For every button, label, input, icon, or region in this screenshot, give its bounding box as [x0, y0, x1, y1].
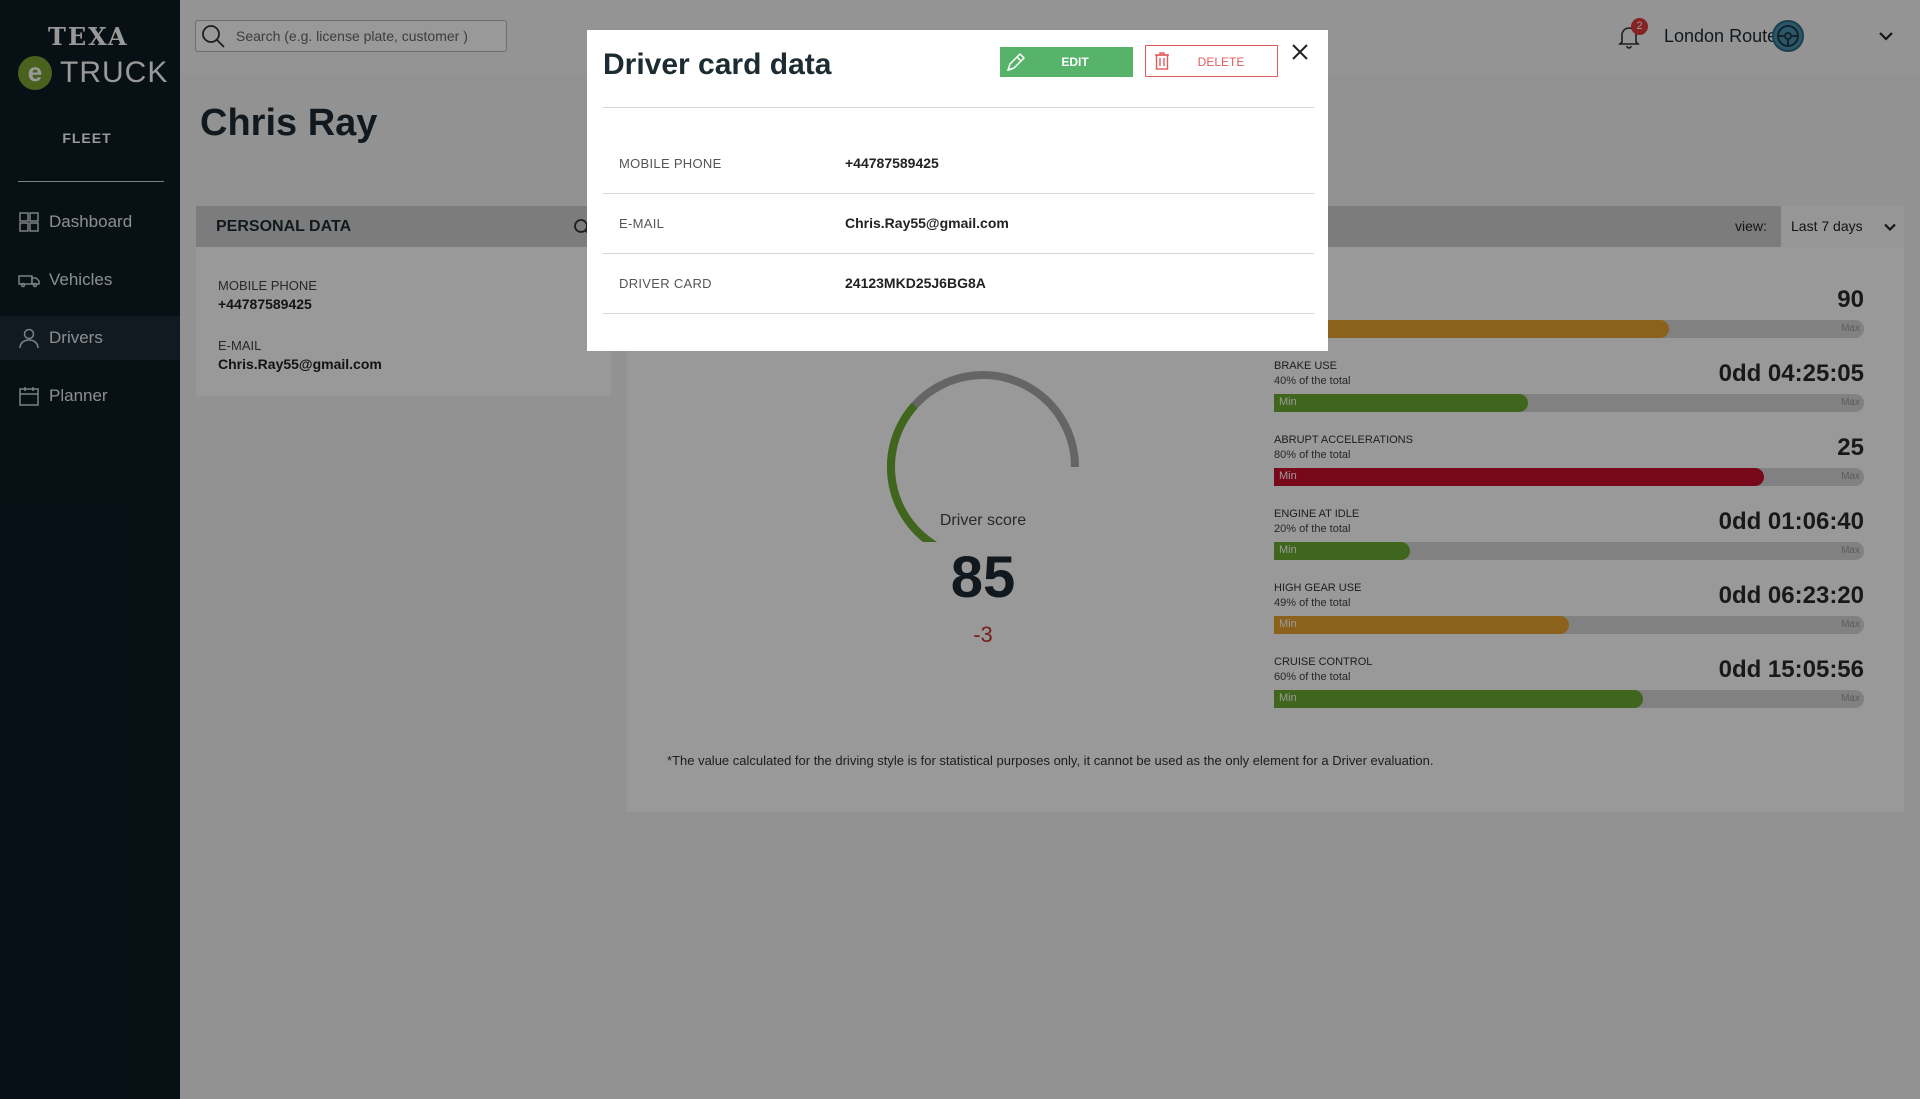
- row-value: 24123MKD25J6BG8A: [845, 275, 986, 291]
- edit-label: EDIT: [1061, 55, 1089, 69]
- close-icon: [1292, 44, 1308, 60]
- row-label: MOBILE PHONE: [619, 156, 722, 171]
- modal-row-driver-card: DRIVER CARD 24123MKD25J6BG8A: [603, 254, 1314, 314]
- row-value: +44787589425: [845, 155, 939, 171]
- row-label: E-MAIL: [619, 216, 665, 231]
- modal-row-email: E-MAIL Chris.Ray55@gmail.com: [603, 194, 1314, 254]
- driver-card-modal: Driver card data EDIT DELETE MOBILE PHON…: [587, 30, 1328, 351]
- delete-label: DELETE: [1197, 55, 1245, 69]
- edit-button[interactable]: EDIT: [1000, 47, 1133, 77]
- row-value: Chris.Ray55@gmail.com: [845, 215, 1009, 231]
- delete-button[interactable]: DELETE: [1145, 45, 1278, 77]
- modal-divider: [603, 107, 1314, 108]
- close-button[interactable]: [1290, 42, 1314, 66]
- modal-title: Driver card data: [603, 48, 832, 81]
- modal-row-phone: MOBILE PHONE +44787589425: [603, 134, 1314, 194]
- row-label: DRIVER CARD: [619, 276, 712, 291]
